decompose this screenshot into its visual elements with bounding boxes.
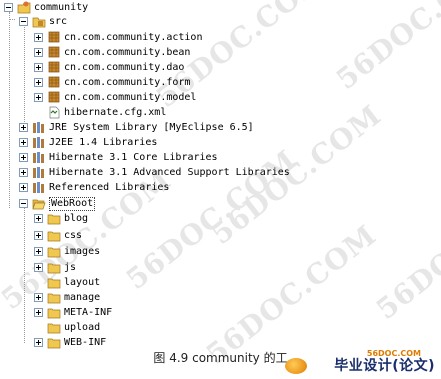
expand-toggle[interactable] — [34, 263, 43, 272]
tree-label: images — [64, 246, 101, 257]
folder-icon — [47, 247, 61, 258]
folder-icon — [47, 308, 61, 319]
tree-label: Hibernate 3.1 Core Libraries — [49, 152, 218, 163]
expand-toggle[interactable] — [19, 138, 28, 147]
tree-row-referenced-libraries[interactable]: Referenced Libraries — [19, 180, 169, 195]
tree-row-hibernate-advanced-library[interactable]: Hibernate 3.1 Advanced Support Libraries — [19, 165, 290, 180]
expand-toggle[interactable] — [19, 153, 28, 162]
expand-toggle[interactable] — [19, 168, 28, 177]
tree-row-manage[interactable]: manage — [34, 290, 100, 305]
tree-row-j2ee-library[interactable]: J2EE 1.4 Libraries — [4, 135, 157, 150]
folder-icon — [47, 214, 61, 225]
tree-row-layout[interactable]: layout — [47, 275, 100, 290]
library-icon — [33, 182, 44, 193]
tree-label: upload — [64, 322, 101, 333]
expand-toggle[interactable] — [34, 214, 43, 223]
collapse-toggle[interactable] — [19, 17, 28, 26]
expand-toggle[interactable] — [34, 48, 43, 57]
tree-row-images[interactable]: images — [34, 244, 100, 259]
tree-row-package-model[interactable]: cn.com.community.model — [34, 90, 196, 105]
expand-toggle[interactable] — [34, 338, 43, 347]
tree-label: J2EE 1.4 Libraries — [49, 137, 158, 148]
tree-row-web-inf[interactable]: WEB-INF — [34, 335, 106, 350]
expand-toggle[interactable] — [34, 293, 43, 302]
expand-toggle[interactable] — [34, 308, 43, 317]
xml-file-icon — [49, 106, 60, 119]
folder-icon — [47, 263, 61, 274]
expand-toggle[interactable] — [34, 231, 43, 240]
tree-row-blog[interactable]: blog — [34, 211, 88, 226]
library-icon — [33, 152, 44, 163]
expand-toggle[interactable] — [34, 63, 43, 72]
tree-label: community — [34, 2, 89, 13]
tree-row-package-dao[interactable]: cn.com.community.dao — [34, 60, 184, 75]
tree-row-webroot[interactable]: WebRoot — [19, 196, 96, 211]
tree-label: hibernate.cfg.xml — [64, 107, 167, 118]
library-icon — [33, 137, 44, 148]
expand-toggle[interactable] — [19, 123, 28, 132]
collapse-toggle[interactable] — [19, 199, 28, 208]
folder-icon — [47, 278, 61, 289]
site-logo: 56DOC.COM 毕业设计(论文) — [285, 349, 435, 375]
collapse-toggle[interactable] — [4, 3, 13, 12]
tree-label: Hibernate 3.1 Advanced Support Libraries — [49, 167, 290, 178]
folder-icon — [47, 338, 61, 349]
tree-row-js[interactable]: js — [34, 260, 76, 275]
tree-row-package-bean[interactable]: cn.com.community.bean — [34, 45, 190, 60]
package-icon — [48, 31, 60, 43]
package-icon — [48, 91, 60, 103]
tree-label: layout — [64, 277, 101, 288]
logo-text: 毕业设计(论文) — [334, 358, 435, 374]
tree-label-selected: WebRoot — [49, 196, 96, 211]
tree-label: css — [64, 230, 83, 241]
tree-label: META-INF — [64, 307, 113, 318]
tree-label: cn.com.community.action — [64, 32, 203, 43]
folder-icon — [47, 323, 61, 334]
package-icon — [48, 61, 60, 73]
tree-label: src — [49, 16, 68, 27]
expand-toggle[interactable] — [34, 78, 43, 87]
tree-label: WEB-INF — [64, 337, 107, 348]
tree-row-package-form[interactable]: cn.com.community.form — [34, 75, 190, 90]
tree-label: manage — [64, 292, 101, 303]
expand-toggle[interactable] — [34, 33, 43, 42]
package-icon — [48, 76, 60, 88]
tree-label: js — [64, 262, 77, 273]
tree-row-package-action[interactable]: cn.com.community.action — [34, 30, 202, 45]
package-icon — [48, 46, 60, 58]
tree-label: cn.com.community.dao — [64, 62, 185, 73]
tree-row-meta-inf[interactable]: META-INF — [34, 305, 112, 320]
tree-row-hibernate-cfg[interactable]: hibernate.cfg.xml — [47, 105, 166, 120]
logo-mark-icon — [285, 358, 307, 374]
folder-open-icon — [32, 199, 46, 210]
tree-row-css[interactable]: css — [34, 228, 82, 243]
project-icon — [17, 1, 31, 14]
tree-row-hibernate-core-library[interactable]: Hibernate 3.1 Core Libraries — [19, 150, 218, 165]
tree-row-jre-library[interactable]: JRE System Library [MyEclipse 6.5] — [19, 120, 254, 135]
tree-label: Referenced Libraries — [49, 182, 170, 193]
tree-label: cn.com.community.model — [64, 92, 197, 103]
expand-toggle[interactable] — [34, 93, 43, 102]
tree-row-upload[interactable]: upload — [47, 320, 100, 335]
folder-icon — [47, 293, 61, 304]
tree-label: JRE System Library [MyEclipse 6.5] — [49, 122, 254, 133]
library-icon — [33, 122, 44, 133]
expand-toggle[interactable] — [19, 183, 28, 192]
expand-toggle[interactable] — [34, 247, 43, 256]
tree-row-src[interactable]: src — [19, 14, 67, 29]
project-explorer-tree: community src cn.com.community.action cn… — [0, 0, 441, 355]
tree-label: cn.com.community.form — [64, 77, 191, 88]
tree-label: blog — [64, 213, 89, 224]
source-folder-icon — [32, 17, 46, 28]
library-icon — [33, 167, 44, 178]
tree-row-community[interactable]: community — [4, 0, 88, 15]
tree-label: cn.com.community.bean — [64, 47, 191, 58]
folder-icon — [47, 231, 61, 242]
